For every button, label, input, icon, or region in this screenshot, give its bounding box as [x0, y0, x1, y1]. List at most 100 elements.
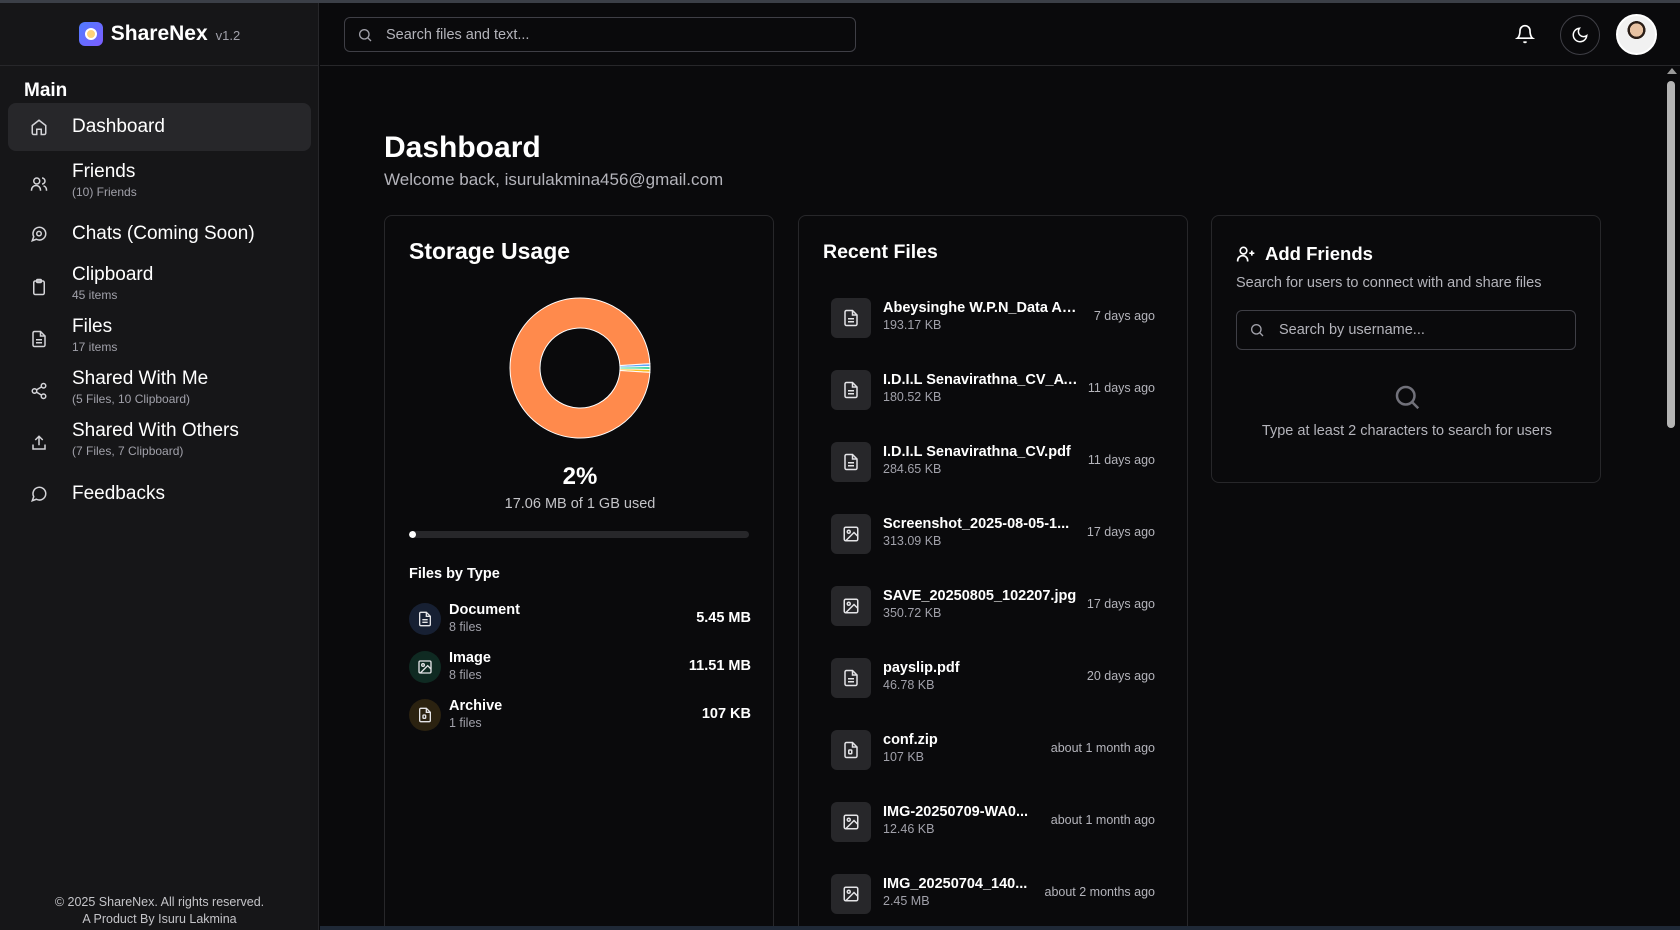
document-icon: [831, 298, 871, 338]
file-name: Abeysinghe W.P.N_Data An...: [883, 300, 1081, 316]
archive-icon: [831, 730, 871, 770]
file-date: 17 days ago: [1086, 525, 1155, 539]
sidebar-item-dashboard[interactable]: Dashboard: [8, 103, 311, 151]
recent-file-row[interactable]: IMG_20250704_140... 2.45 MB about 2 months…: [831, 870, 1155, 918]
type-size: 107 KB: [701, 706, 751, 722]
sidebar-item-label: Chats (Coming Soon): [72, 223, 255, 244]
recent-file-row[interactable]: SAVE_20250805_102207.jpg 350.72 KB 17 days…: [831, 582, 1155, 630]
file-date: about 1 month ago: [1050, 813, 1155, 827]
upload-icon: [32, 435, 46, 450]
storage-progress-fill: [409, 531, 416, 538]
sidebar-item-files[interactable]: Files 17 items: [8, 316, 311, 362]
file-name: Screenshot_2025-08-05-1...: [883, 516, 1070, 532]
sidebar-item-shared-with-others[interactable]: Shared With Others (7 Files, 7 Clipboard): [8, 420, 311, 466]
file-size: 284.65 KB: [883, 462, 942, 476]
sidebar-item-feedbacks[interactable]: Feedbacks: [8, 477, 311, 511]
file-name: payslip.pdf: [883, 660, 960, 676]
document-icon: [831, 658, 871, 698]
image-icon: [831, 802, 871, 842]
type-size: 11.51 MB: [688, 658, 751, 674]
top-bar: [320, 3, 1680, 66]
clipboard-icon: [33, 278, 45, 296]
scroll-up-arrow-icon[interactable]: [1667, 68, 1677, 74]
sidebar-item-label: Shared With Me: [72, 368, 209, 389]
storage-used-text: 17.06 MB of 1 GB used: [504, 496, 656, 512]
user-plus-icon: [1236, 246, 1255, 262]
welcome-text: Welcome back, isurulakmina456@gmail.com: [384, 170, 724, 189]
file-size: 12.46 KB: [883, 822, 935, 836]
sidebar-item-chats[interactable]: Chats (Coming Soon): [8, 217, 311, 251]
users-icon: [30, 177, 48, 191]
add-friends-card: Add Friends Search for users to connect …: [1211, 215, 1601, 483]
recent-file-row[interactable]: payslip.pdf 46.78 KB 20 days ago: [831, 654, 1155, 702]
sidebar-item-sub: (10) Friends: [72, 185, 137, 199]
document-icon: [831, 370, 871, 410]
file-date: about 2 months ago: [1044, 885, 1156, 899]
archive-type-icon: [409, 699, 441, 731]
recent-file-row[interactable]: conf.zip 107 KB about 1 month ago: [831, 726, 1155, 774]
home-icon: [31, 119, 47, 136]
recent-file-row[interactable]: IMG-20250709-WA0... 12.46 KB about 1 month…: [831, 798, 1155, 846]
friend-search[interactable]: [1236, 310, 1576, 350]
search-input[interactable]: [386, 26, 826, 43]
storage-donut-chart: [509, 297, 651, 439]
sidebar-item-sub: 45 items: [72, 288, 118, 302]
taskbar-edge: [320, 926, 1680, 930]
add-friends-subtitle: Search for users to connect with and sha…: [1236, 275, 1542, 291]
sidebar-item-label: Clipboard: [72, 264, 154, 285]
file-date: 20 days ago: [1086, 669, 1155, 683]
type-count: 8 files: [449, 668, 482, 682]
sidebar-item-label: Feedbacks: [72, 483, 165, 504]
recent-file-row[interactable]: Abeysinghe W.P.N_Data An... 193.17 KB 7 da…: [831, 294, 1155, 342]
message-circle-icon: [30, 486, 47, 503]
sidebar-item-clipboard[interactable]: Clipboard 45 items: [8, 264, 311, 310]
theme-toggle-button[interactable]: [1560, 15, 1600, 55]
type-count: 8 files: [449, 620, 482, 634]
search-empty-icon: [1395, 385, 1420, 410]
type-row-archive: Archive 1 files 107 KB: [409, 697, 751, 737]
recent-file-row[interactable]: I.D.I.L Senavirathna_CV.pdf 284.65 KB 11 d…: [831, 438, 1155, 486]
search-icon: [359, 28, 372, 41]
user-avatar[interactable]: [1616, 14, 1657, 55]
sidebar-item-friends[interactable]: Friends (10) Friends: [8, 161, 311, 207]
image-icon: [831, 586, 871, 626]
sidebar-item-label: Shared With Others: [72, 420, 239, 441]
file-size: 107 KB: [883, 750, 925, 764]
type-row-image: Image 8 files 11.51 MB: [409, 649, 751, 689]
moon-icon: [1572, 27, 1588, 43]
main-content: Dashboard Welcome back, isurulakmina456@…: [320, 66, 1664, 930]
file-size: 2.45 MB: [883, 894, 930, 908]
recent-file-row[interactable]: Screenshot_2025-08-05-1... 313.09 KB 17 da…: [831, 510, 1155, 558]
type-name: Image: [449, 650, 491, 666]
image-icon: [831, 514, 871, 554]
bell-icon[interactable]: [1515, 24, 1535, 44]
chat-bubble-icon: [30, 226, 47, 243]
sidebar-item-sub: (5 Files, 10 Clipboard): [72, 392, 191, 406]
search-hint: Type at least 2 characters to search for…: [1261, 423, 1553, 439]
brand-name: ShareNex: [110, 22, 208, 45]
brand[interactable]: ShareNex v1.2: [0, 3, 319, 66]
sidebar-item-shared-with-me[interactable]: Shared With Me (5 Files, 10 Clipboard): [8, 368, 311, 414]
file-date: 7 days ago: [1093, 309, 1155, 323]
recent-files-title: Recent Files: [823, 241, 938, 263]
username-search-input[interactable]: [1279, 322, 1569, 338]
file-name: I.D.I.L Senavirathna_CV_AT...: [883, 372, 1081, 388]
files-by-type-title: Files by Type: [409, 566, 500, 582]
sidebar-section-title: Main: [24, 80, 68, 101]
file-size: 350.72 KB: [883, 606, 942, 620]
document-icon: [831, 442, 871, 482]
sidebar-footer: © 2025 ShareNex. All rights reserved. A …: [0, 894, 319, 930]
storage-title: Storage Usage: [409, 238, 571, 264]
recent-file-row[interactable]: I.D.I.L Senavirathna_CV_AT... 180.52 KB 11…: [831, 366, 1155, 414]
type-count: 1 files: [449, 716, 482, 730]
storage-percent: 2%: [562, 463, 598, 490]
scrollbar[interactable]: [1664, 66, 1680, 930]
file-size: 46.78 KB: [883, 678, 935, 692]
type-row-document: Document 8 files 5.45 MB: [409, 601, 751, 641]
image-type-icon: [409, 651, 441, 683]
add-friends-title: Add Friends: [1265, 243, 1373, 264]
scrollbar-thumb[interactable]: [1667, 81, 1675, 428]
global-search[interactable]: [344, 17, 856, 52]
sidebar-item-label: Files: [72, 316, 113, 337]
file-size: 180.52 KB: [883, 390, 942, 404]
